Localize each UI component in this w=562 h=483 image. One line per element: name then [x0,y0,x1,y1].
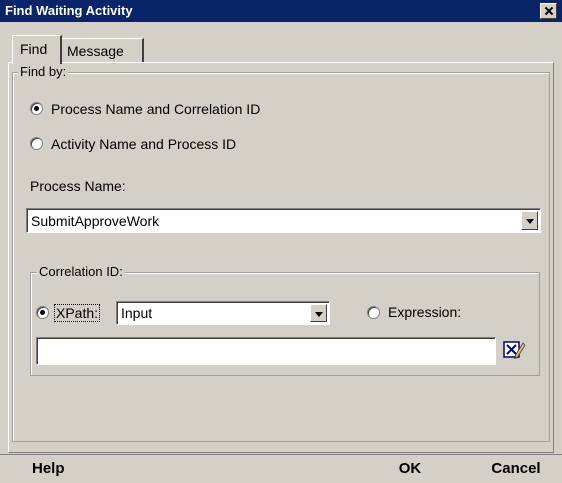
button-bar: Help OK Cancel [0,454,562,483]
chevron-down-icon[interactable] [521,211,538,230]
expression-label[interactable]: Expression: [388,304,461,320]
chevron-down-icon[interactable] [310,304,327,322]
xpath-select[interactable]: Input [116,301,330,325]
radio-expression[interactable] [367,306,380,319]
correlation-id-legend: Correlation ID: [37,264,125,279]
tab-message[interactable]: Message [62,38,144,62]
close-icon[interactable] [540,3,557,19]
window-title: Find Waiting Activity [5,3,133,18]
tab-find[interactable]: Find [12,35,62,64]
radio-activity-name-process-id-label[interactable]: Activity Name and Process ID [51,136,236,152]
tab-message-label: Message [67,43,124,59]
tab-find-label: Find [20,41,48,57]
process-name-select[interactable]: SubmitApproveWork [26,208,541,233]
radio-process-name-correlation[interactable] [30,102,43,115]
radio-xpath[interactable] [36,306,49,319]
ok-button[interactable]: OK [380,455,440,483]
title-bar[interactable]: Find Waiting Activity [0,0,562,22]
help-button[interactable]: Help [16,455,86,483]
expression-field[interactable] [36,337,496,365]
radio-process-name-correlation-label[interactable]: Process Name and Correlation ID [51,101,260,117]
radio-activity-name-process-id[interactable] [30,137,43,150]
xpath-label[interactable]: XPath: [54,304,101,322]
find-by-legend: Find by: [18,64,69,79]
xpath-value: Input [121,305,153,321]
cancel-button[interactable]: Cancel [470,455,562,483]
process-name-label: Process Name: [30,178,126,194]
process-name-value: SubmitApproveWork [31,213,160,229]
find-by-group [12,72,550,442]
find-waiting-activity-dialog: Find Waiting Activity Message Find Find … [0,0,562,483]
xpath-editor-icon[interactable] [502,339,526,361]
